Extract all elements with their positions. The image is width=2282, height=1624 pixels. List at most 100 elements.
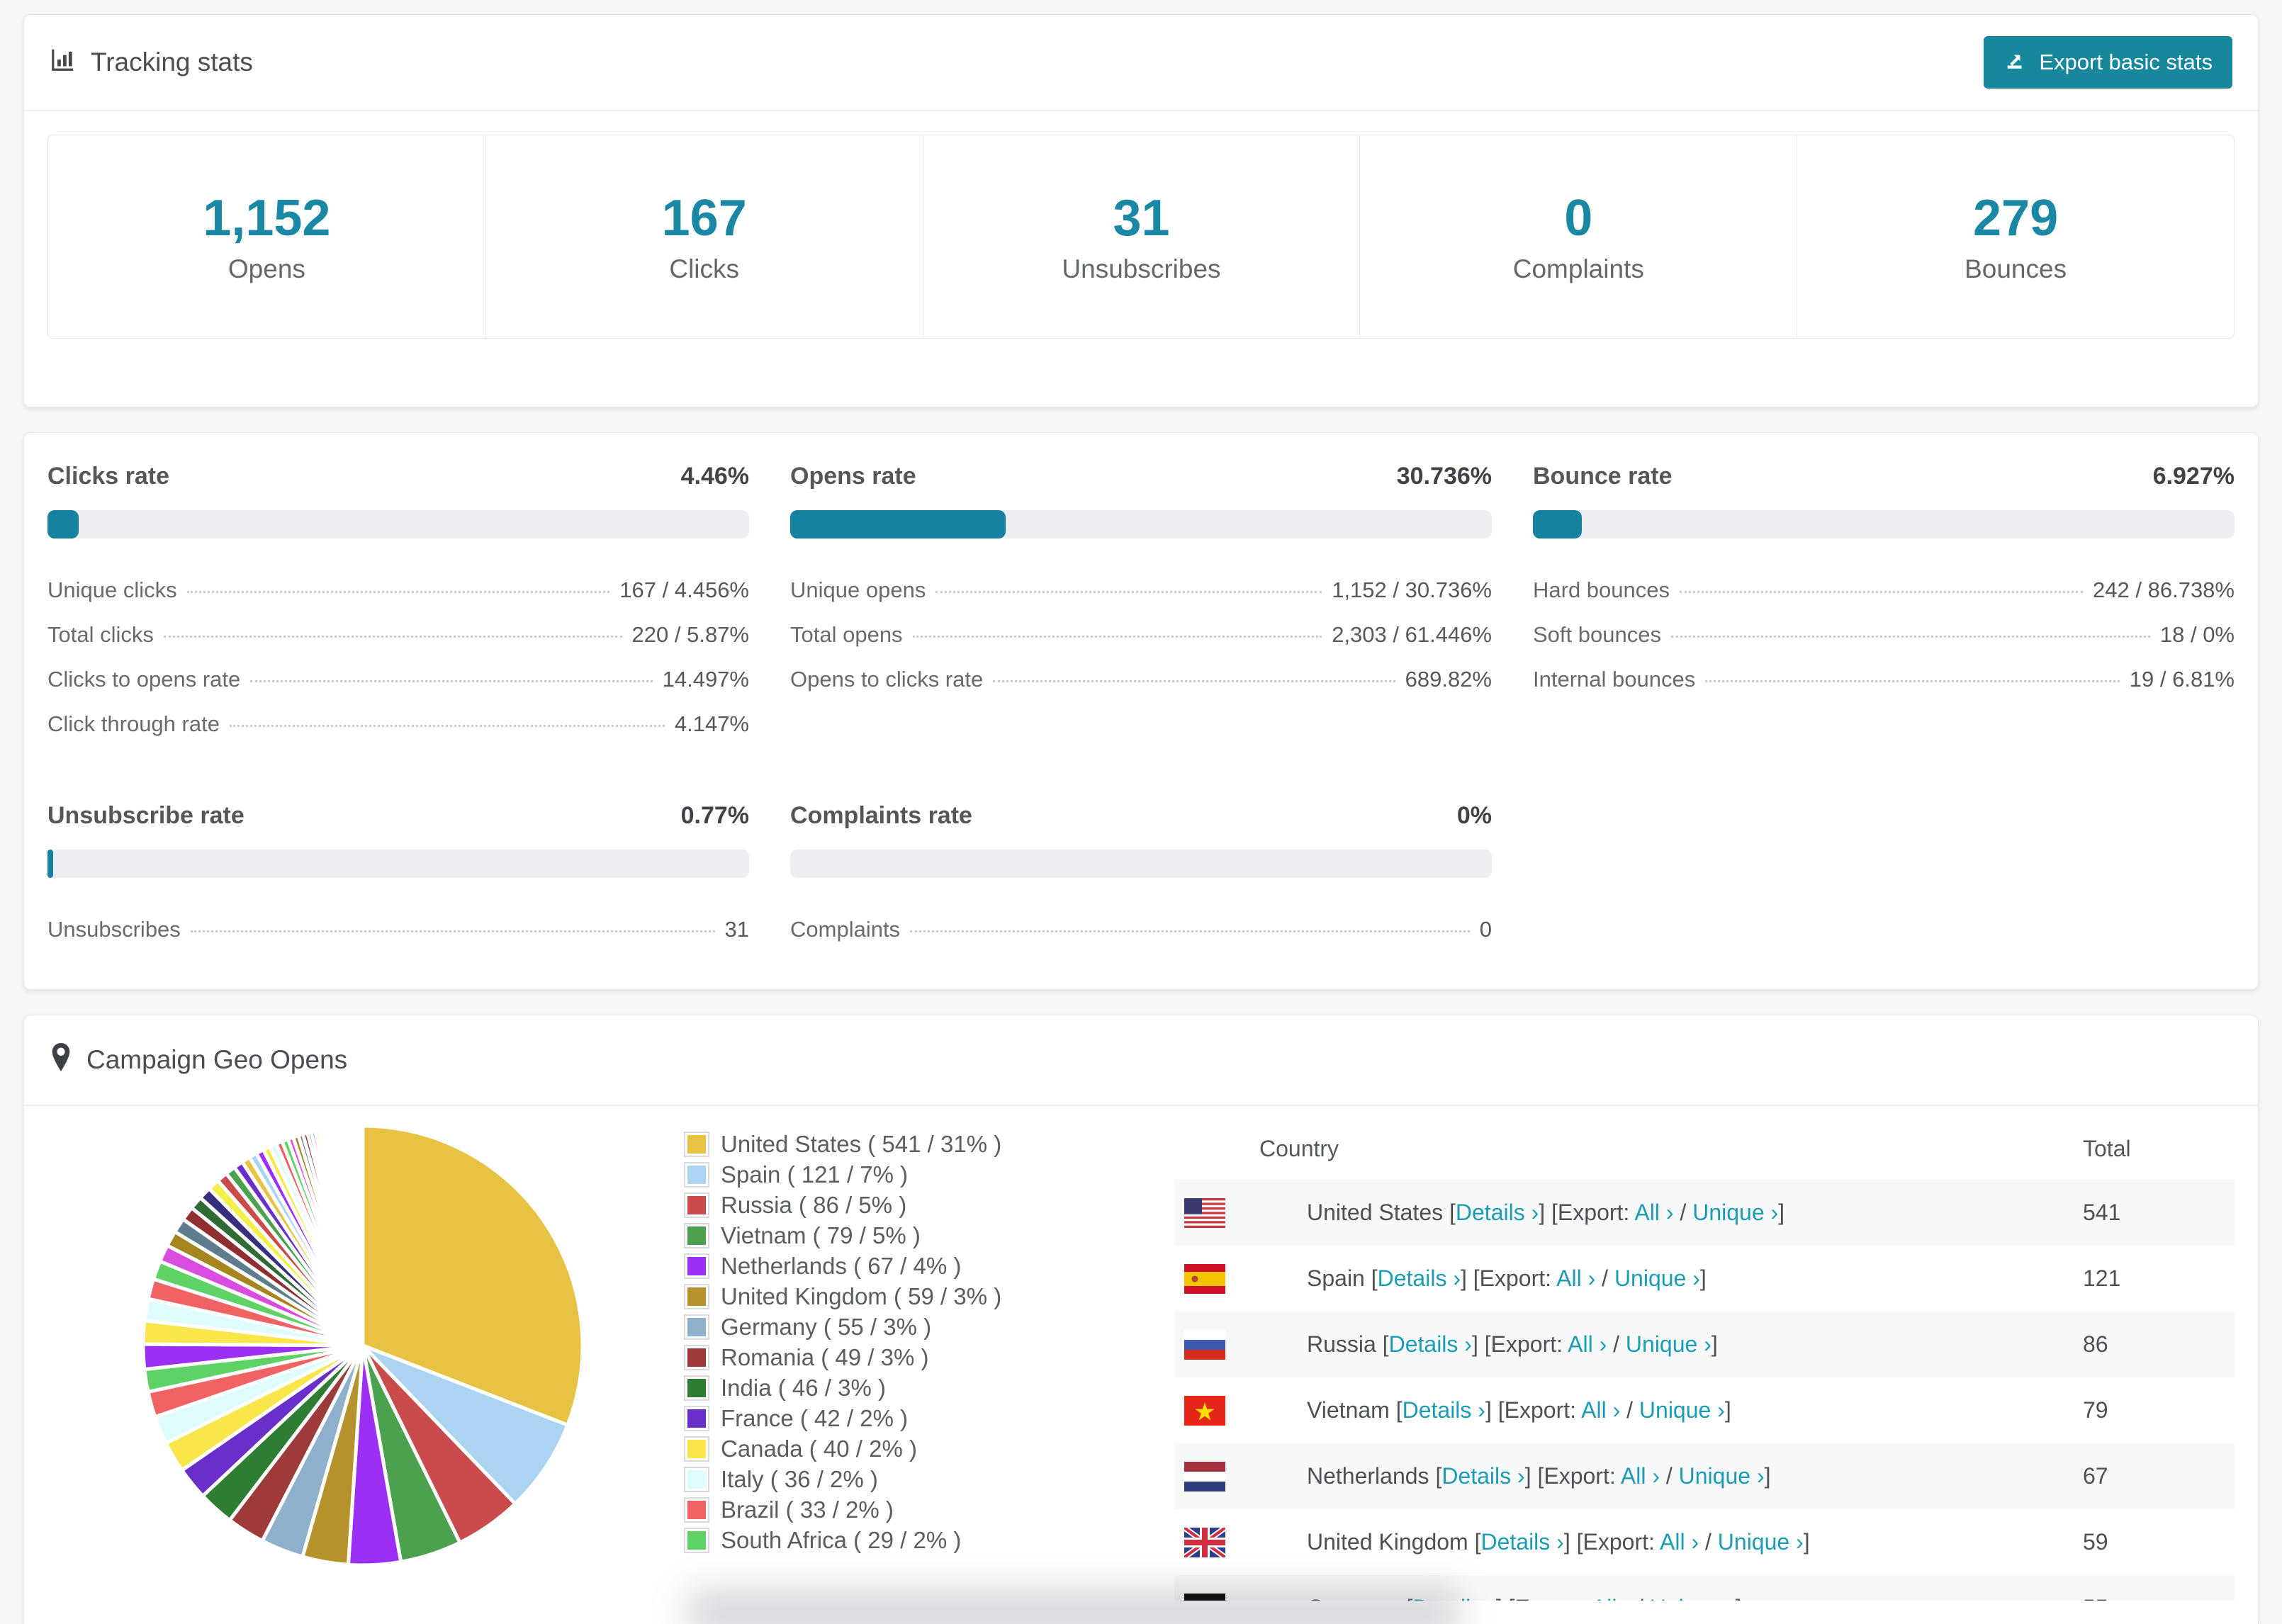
rate-title: Clicks rate [47,463,169,490]
rate-detail-value: 1,152 / 30.736% [1332,577,1492,602]
rate-detail-value: 242 / 86.738% [2093,577,2235,602]
legend-label: Brazil ( 33 / 2% ) [721,1496,894,1523]
export-all-link[interactable]: All › [1660,1529,1699,1555]
legend-swatch [685,1498,708,1521]
total-cell: 541 [2083,1200,2121,1225]
details-link[interactable]: Details › [1378,1265,1461,1291]
details-link[interactable]: Details › [1403,1397,1485,1423]
rate-detail-value: 14.497% [662,667,749,692]
export-all-link[interactable]: All › [1581,1397,1620,1423]
rate-detail-value: 220 / 5.87% [631,622,749,647]
rate-value: 0% [1456,802,1492,829]
export-basic-stats-button[interactable]: Export basic stats [1984,36,2232,89]
tracking-stats-title: Tracking stats [50,46,253,79]
map-pin-icon [50,1042,72,1078]
country-cell: United Kingdom [Details ›] [Export: All … [1307,1529,1810,1555]
legend-swatch [685,1528,708,1552]
legend-swatch [685,1467,708,1491]
details-link[interactable]: Details › [1456,1200,1539,1225]
legend-label: South Africa ( 29 / 2% ) [721,1526,962,1553]
flag-vn-icon [1184,1395,1225,1426]
legend-swatch [685,1254,708,1278]
total-cell: 55 [2083,1595,2235,1601]
pie-slice-other-75[interactable] [360,1124,365,1346]
geo-pie-chart [47,1117,685,1601]
legend-label: Netherlands ( 67 / 4% ) [721,1252,962,1279]
geo-opens-card: Campaign Geo Opens United States ( 541 /… [23,1015,2259,1624]
export-unique-link[interactable]: Unique › [1718,1529,1804,1555]
geo-table-header: Country Total [1174,1117,2235,1180]
geo-table-row-russia: Russia [Details ›] [Export: All › / Uniq… [1174,1312,2235,1377]
dotted-leader [229,725,665,727]
rate-block-clicks-rate: Clicks rate 4.46% Unique clicks 167 / 4.456… [47,463,749,747]
dotted-leader [1705,680,2120,682]
rate-detail-row: Unique opens 1,152 / 30.736% [790,568,1492,613]
tracking-stats-title-text: Tracking stats [91,47,253,77]
geo-table-row-united-states: United States [Details ›] [Export: All ›… [1174,1180,2235,1246]
legend-item-united-kingdom: United Kingdom ( 59 / 3% ) [685,1281,1174,1312]
export-unique-link[interactable]: Unique › [1650,1595,1736,1601]
export-all-link[interactable]: All › [1592,1595,1631,1601]
rate-detail-label: Opens to clicks rate [790,667,984,692]
details-link[interactable]: Details › [1389,1331,1472,1357]
legend-label: Vietnam ( 79 / 5% ) [721,1222,921,1248]
stat-box-complaints: 0 Complaints [1359,135,1797,338]
rate-detail-label: Unsubscribes [47,917,181,942]
rate-detail-label: Hard bounces [1533,577,1670,602]
export-all-link[interactable]: All › [1634,1200,1673,1225]
legend-swatch [685,1224,708,1247]
rate-detail-row: Opens to clicks rate 689.82% [790,658,1492,702]
export-basic-stats-label: Export basic stats [2039,50,2213,74]
rate-detail-row: Total clicks 220 / 5.87% [47,613,749,658]
legend-swatch [685,1437,708,1460]
legend-item-romania: Romania ( 49 / 3% ) [685,1342,1174,1372]
country-cell: Vietnam [Details ›] [Export: All › / Uni… [1307,1397,1731,1423]
rate-detail-value: 167 / 4.456% [619,577,749,602]
legend-item-italy: Italy ( 36 / 2% ) [685,1464,1174,1494]
country-cell: United States [Details ›] [Export: All ›… [1307,1200,1785,1225]
legend-item-vietnam: Vietnam ( 79 / 5% ) [685,1220,1174,1251]
country-cell: Russia [Details ›] [Export: All › / Uniq… [1307,1331,1718,1357]
rate-title: Bounce rate [1533,463,1673,490]
rate-progress-fill [47,850,53,878]
rate-detail-value: 31 [724,917,749,942]
bottom-scroll-shadow [687,1589,1460,1624]
stat-label: Opens [227,254,305,283]
details-link[interactable]: Details › [1441,1463,1524,1489]
stat-label: Complaints [1512,254,1644,283]
rate-detail-label: Complaints [790,917,901,942]
geo-table-row-united-kingdom: United Kingdom [Details ›] [Export: All … [1174,1509,2235,1575]
rate-progress-track [790,510,1492,538]
legend-label: Romania ( 49 / 3% ) [721,1343,929,1370]
export-unique-link[interactable]: Unique › [1692,1200,1778,1225]
geo-opens-header: Campaign Geo Opens [24,1015,2258,1106]
geo-table-row-vietnam: Vietnam [Details ›] [Export: All › / Uni… [1174,1377,2235,1443]
legend-item-south-africa: South Africa ( 29 / 2% ) [685,1525,1174,1555]
legend-item-netherlands: Netherlands ( 67 / 4% ) [685,1251,1174,1281]
rate-detail-row: Complaints 0 [790,908,1492,952]
legend-item-canada: Canada ( 40 / 2% ) [685,1433,1174,1464]
rate-detail-row: Unique clicks 167 / 4.456% [47,568,749,613]
export-all-link[interactable]: All › [1568,1331,1607,1357]
stat-value: 31 [1113,190,1170,247]
details-link[interactable]: Details › [1480,1529,1563,1555]
legend-label: Italy ( 36 / 2% ) [721,1465,878,1492]
export-all-link[interactable]: All › [1556,1265,1595,1291]
export-unique-link[interactable]: Unique › [1679,1463,1765,1489]
geo-table-row-netherlands: Netherlands [Details ›] [Export: All › /… [1174,1443,2235,1509]
export-all-link[interactable]: All › [1621,1463,1660,1489]
export-unique-link[interactable]: Unique › [1614,1265,1700,1291]
legend-swatch [685,1346,708,1369]
export-unique-link[interactable]: Unique › [1626,1331,1712,1357]
legend-item-india: India ( 46 / 3% ) [685,1372,1174,1403]
total-cell: 59 [2083,1529,2108,1555]
stat-box-clicks: 167 Clicks [485,135,923,338]
rates-row-1: Clicks rate 4.46% Unique clicks 167 / 4.456… [47,463,2235,747]
rate-progress-fill [47,510,79,538]
flag-es-icon [1184,1263,1225,1294]
rate-progress-fill [790,510,1006,538]
rate-detail-value: 4.147% [674,711,749,736]
bar-chart-icon [50,46,77,79]
stat-box-opens: 1,152 Opens [48,135,485,338]
export-unique-link[interactable]: Unique › [1639,1397,1725,1423]
